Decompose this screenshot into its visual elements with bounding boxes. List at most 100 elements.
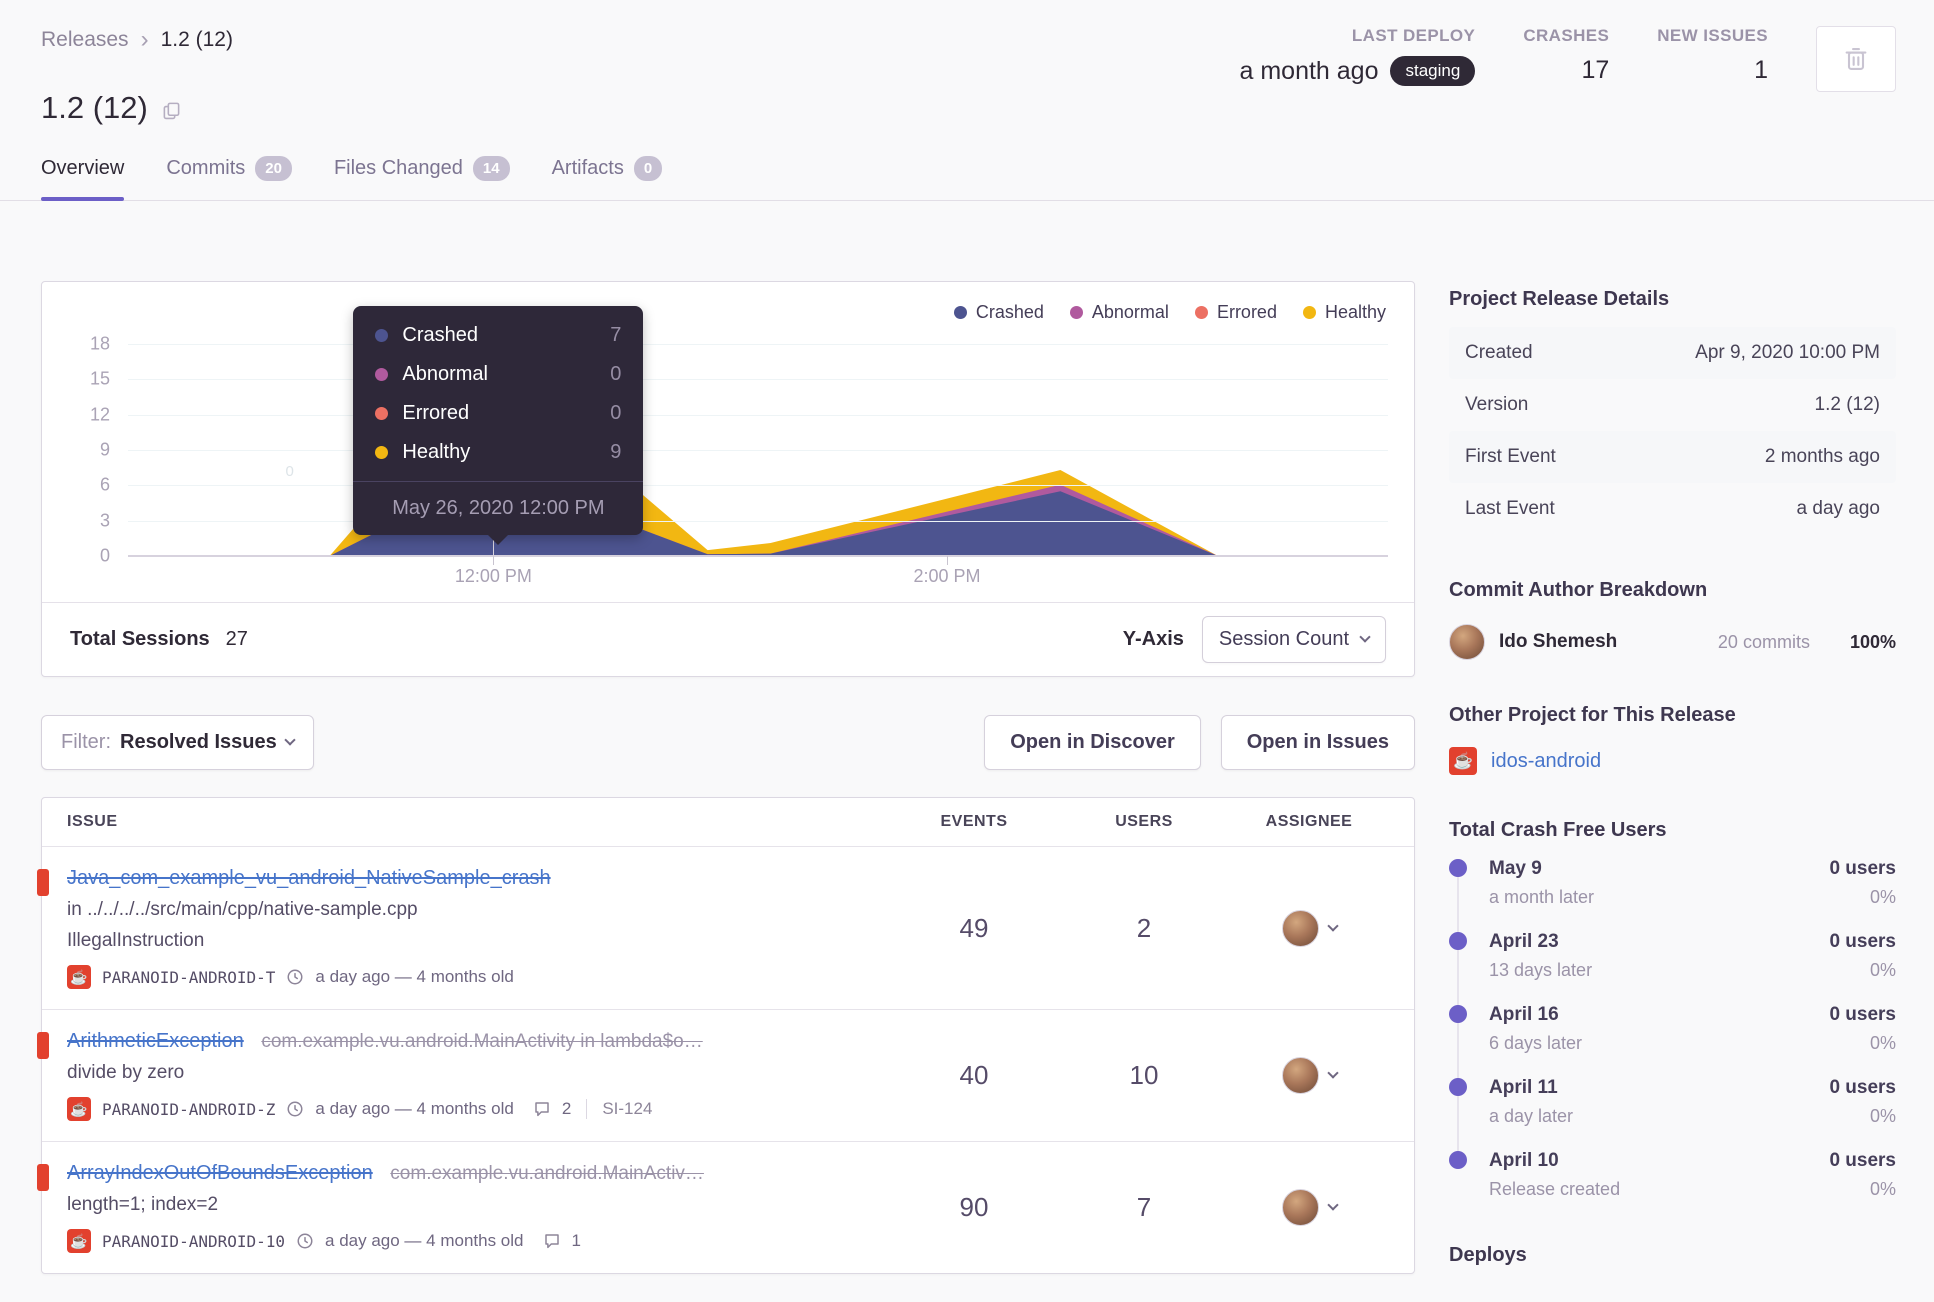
gridline [128,485,1388,487]
crash-free-entry: April 16 0 users 6 days later 0% [1449,1004,1896,1054]
issue-row[interactable]: ArrayIndexOutOfBoundsException com.examp… [37,1141,1414,1273]
issue-title-link[interactable]: Java_com_example_vu_android_NativeSample… [67,867,551,889]
entry-subtitle: a day later [1489,1106,1574,1126]
crash-free-entry: April 10 0 users Release created 0% [1449,1150,1896,1200]
author-avatar [1449,624,1485,660]
commit-authors-title: Commit Author Breakdown [1449,579,1708,601]
crash-free-timeline: May 9 0 users a month later 0% April 23 … [1449,858,1896,1200]
tab-count-badge: 20 [255,156,292,181]
open-in-issues-button[interactable]: Open in Issues [1220,715,1415,770]
tooltip-date: May 26, 2020 12:00 PM [353,481,644,535]
stat-crashes: CRASHES 17 [1523,26,1609,85]
last-deploy-label: LAST DEPLOY [1351,26,1476,45]
tooltip-dot [375,446,389,459]
breadcrumb-releases-link[interactable]: Releases [41,28,129,52]
legend-item-abnormal[interactable]: Abnormal [1069,302,1169,323]
tooltip-dot [375,368,389,381]
java-project-icon [1449,747,1477,775]
issues-filter-dropdown[interactable]: Filter: Resolved Issues [41,715,314,770]
other-project-section: Other Project for This Release idos-andr… [1449,704,1896,775]
legend-item-healthy[interactable]: Healthy [1302,302,1386,323]
open-in-discover-button[interactable]: Open in Discover [984,715,1201,770]
divider [586,1099,588,1119]
detail-label: Version [1465,394,1529,415]
issue-row[interactable]: Java_com_example_vu_android_NativeSample… [37,846,1414,1009]
gridline [128,344,1388,345]
chevron-down-icon [1326,1067,1339,1079]
unhandled-tag-icon [37,1032,49,1059]
other-project-link[interactable]: idos-android [1491,750,1601,773]
issue-title-link[interactable]: ArrayIndexOutOfBoundsException [67,1162,373,1184]
unhandled-tag-icon [37,869,49,896]
chevron-down-icon [1326,919,1339,932]
tab-count-badge: 14 [472,156,510,181]
filter-row: Filter: Resolved Issues Open in Discover… [41,715,1415,770]
issue-users-count: 2 [1136,912,1152,943]
clock-icon [286,968,304,986]
y-axis-tick-label: 15 [89,368,110,389]
tab-commits[interactable]: Commits 20 [166,156,292,200]
crashes-value: 17 [1581,56,1610,84]
entry-subtitle: a month later [1489,887,1595,907]
y-axis-tick-label: 6 [99,474,110,495]
detail-row-first-event: First Event 2 months ago [1449,431,1896,483]
assignee-avatar [1281,1189,1319,1226]
tab-count-badge: 0 [633,156,663,181]
assignee-dropdown[interactable] [1229,1189,1389,1226]
total-sessions-label: Total Sessions [70,628,210,650]
clock-icon [286,1100,304,1118]
issue-subtitle: IllegalInstruction [67,930,205,951]
copy-icon[interactable] [162,100,181,121]
other-project-row: idos-android [1449,747,1896,775]
crash-free-entry: April 23 0 users 13 days later 0% [1449,931,1896,981]
delete-release-button[interactable] [1816,26,1896,92]
clock-icon [296,1232,314,1250]
crash-free-title: Total Crash Free Users [1449,819,1667,841]
tab-overview[interactable]: Overview [41,156,125,201]
tab-artifacts[interactable]: Artifacts 0 [552,156,663,200]
tooltip-row-crashed: Crashed 7 [353,316,643,355]
chart-footer: Total Sessions 27 Y-Axis Session Count [42,602,1414,676]
commit-author-row: Ido Shemesh 20 commits 100% [1449,624,1896,660]
issue-age: a day ago — 4 months old [325,1231,524,1250]
sessions-chart-card: Crashed Abnormal Errored Healthy 0 Crash… [41,281,1415,677]
issue-users-count: 10 [1129,1060,1159,1090]
issue-culprit: com.example.vu.android.MainActiv… [390,1163,704,1184]
issue-title-link[interactable]: ArithmeticException [67,1030,244,1052]
issue-age: a day ago — 4 months old [315,1099,514,1118]
legend-item-errored[interactable]: Errored [1194,302,1277,323]
entry-date: May 9 [1489,858,1542,879]
tab-bar: Overview Commits 20 Files Changed 14 Art… [0,156,1934,201]
crash-free-entry: May 9 0 users a month later 0% [1449,858,1896,908]
issue-row[interactable]: ArithmeticException com.example.vu.andro… [37,1009,1414,1141]
trash-icon [1842,45,1870,73]
detail-value: 1.2 (12) [1814,394,1880,415]
entry-subtitle: Release created [1489,1179,1621,1199]
entry-subtitle: 13 days later [1489,960,1593,980]
other-project-title: Other Project for This Release [1449,704,1736,726]
entry-percent: 0% [1869,960,1896,980]
issues-table-header: ISSUE EVENTS USERS ASSIGNEE [42,798,1414,846]
chart-tooltip: Crashed 7 Abnormal 0 Errored 0 Healthy 9… [353,306,644,545]
issue-events-count: 90 [959,1192,989,1222]
entry-percent: 0% [1869,1033,1896,1053]
assignee-dropdown[interactable] [1229,909,1389,947]
tab-files-changed[interactable]: Files Changed 14 [334,156,510,200]
issue-subtitle: divide by zero [67,1062,185,1083]
assignee-avatar [1281,1057,1319,1094]
yaxis-selected-value: Session Count [1218,628,1349,650]
comment-icon [543,1232,561,1250]
assignee-dropdown[interactable] [1229,1057,1389,1094]
tooltip-row-abnormal: Abnormal 0 [353,355,643,394]
tooltip-row-healthy: Healthy 9 [353,433,643,472]
detail-row-created: Created Apr 9, 2020 10:00 PM [1449,327,1896,379]
issue-short-id: SI-124 [602,1099,653,1118]
stray-zero-label: 0 [285,462,294,480]
issues-table-card: ISSUE EVENTS USERS ASSIGNEE Java_com_exa… [37,797,1415,1274]
filter-label: Filter: [61,731,111,753]
column-issue: ISSUE [67,813,118,830]
detail-label: Created [1465,342,1533,363]
yaxis-select[interactable]: Session Count [1201,616,1386,663]
gridline [128,379,1388,381]
legend-item-crashed[interactable]: Crashed [953,302,1044,323]
